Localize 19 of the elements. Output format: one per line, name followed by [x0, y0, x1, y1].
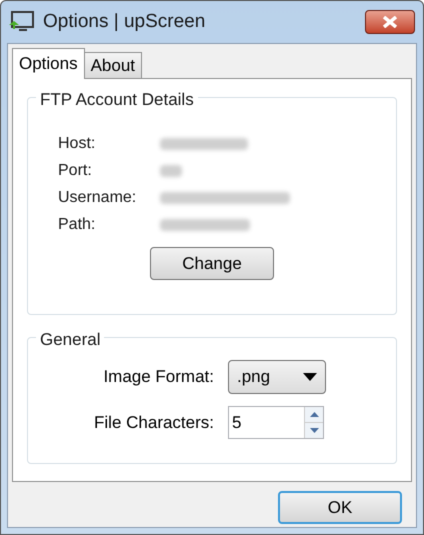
- field-label: File Characters:: [93, 412, 215, 434]
- change-button[interactable]: Change: [150, 247, 274, 280]
- spin-down-icon[interactable]: [305, 422, 323, 438]
- tab[interactable]: About: [84, 52, 142, 78]
- ok-button[interactable]: OK: [278, 491, 402, 524]
- close-icon: [382, 16, 398, 28]
- dropdown-arrow-icon: [303, 373, 317, 381]
- field-label: Port:: [58, 161, 93, 181]
- monitor-icon: [9, 10, 35, 34]
- field-label: Username:: [58, 188, 138, 208]
- tab[interactable]: Options: [12, 48, 85, 79]
- spin-up-icon[interactable]: [305, 407, 323, 422]
- field-label: Host:: [58, 134, 96, 154]
- format-dropdown[interactable]: .png: [228, 360, 326, 394]
- field-label: Path:: [58, 215, 96, 235]
- number-spinner[interactable]: 5: [228, 406, 324, 439]
- close-button[interactable]: [365, 10, 415, 34]
- window-title: Options | upScreen: [43, 10, 206, 34]
- field-label: Image Format:: [102, 366, 215, 388]
